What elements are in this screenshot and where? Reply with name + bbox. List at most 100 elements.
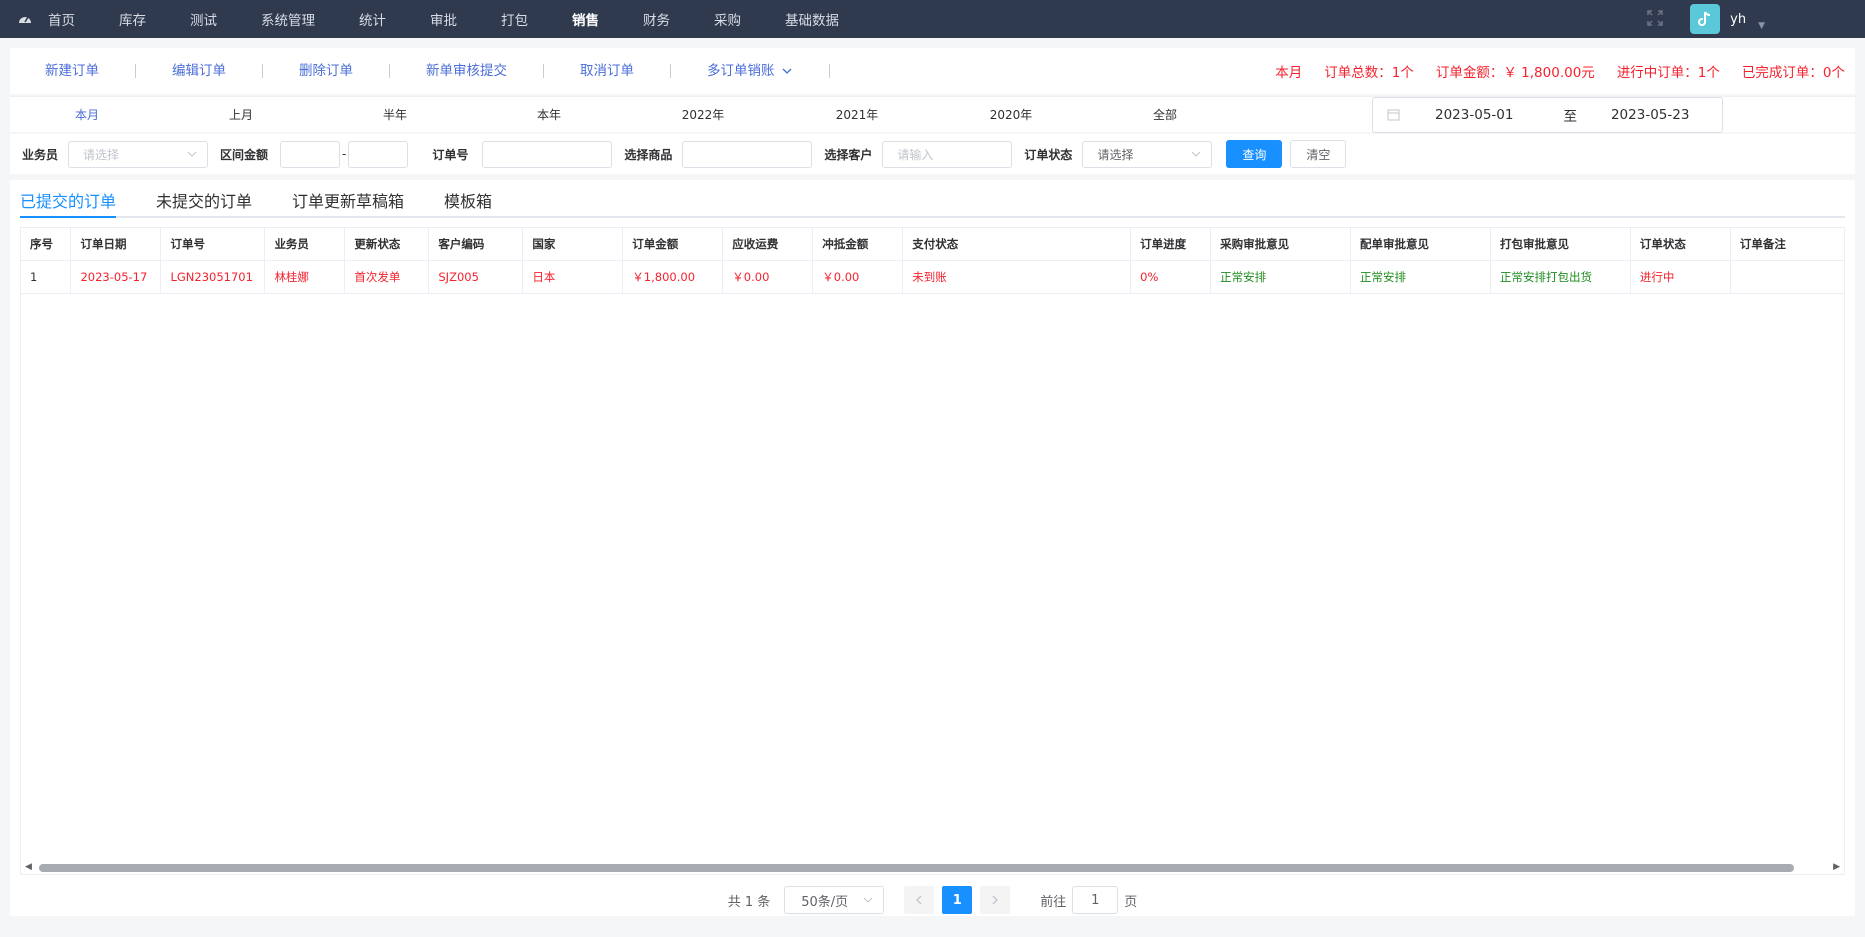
order-status-select[interactable]: 请选择 <box>1082 140 1213 168</box>
amount-range-label: 区间金额 <box>220 147 269 162</box>
col-header: 采购审批意见 <box>1210 228 1352 261</box>
col-header: 订单备注 <box>1730 228 1844 261</box>
range-last-month[interactable]: 上月 <box>164 106 318 123</box>
nav-item-sales[interactable]: 销售 <box>572 9 599 29</box>
range-half-year[interactable]: 半年 <box>318 106 472 123</box>
customer-input[interactable]: 请输入 <box>882 140 1013 168</box>
orders-table-wrapper: 序号 订单日期 订单号 业务员 更新状态 客户编码 国家 订单金额 应收运费 冲… <box>20 227 1845 875</box>
calendar-icon <box>1387 108 1401 122</box>
date-range-filter: 本月 上月 半年 本年 2022年 2021年 2020年 全部 2023-05… <box>10 96 1855 133</box>
prev-page-button[interactable] <box>904 886 935 914</box>
clear-button[interactable]: 清空 <box>1290 140 1347 168</box>
cell-shipping-fee: ￥0.00 <box>722 260 814 294</box>
amount-min-input[interactable] <box>280 140 341 168</box>
col-header: 订单状态 <box>1630 228 1731 261</box>
cell-customer-code: SJZ005 <box>428 260 524 294</box>
page-suffix: 页 <box>1124 894 1138 910</box>
horizontal-scrollbar[interactable]: ◀ ▶ <box>21 860 1844 874</box>
nav-item-stats[interactable]: 统计 <box>359 9 386 29</box>
nav-item-test[interactable]: 测试 <box>190 9 217 29</box>
order-status-value: 请选择 <box>1097 147 1134 162</box>
table-row[interactable]: 1 2023-05-17 LGN23051701 林桂娜 首次发单 SJZ005… <box>21 260 1844 294</box>
salesperson-select[interactable]: 请选择 <box>68 140 209 168</box>
cell-update-status: 首次发单 <box>344 260 430 294</box>
top-navbar: 首页 库存 测试 系统管理 统计 审批 打包 销售 财务 采购 基础数据 yh … <box>0 0 1865 38</box>
cell-progress: 0% <box>1130 260 1212 294</box>
multi-order-writeoff-label: 多订单销账 <box>707 63 775 79</box>
nav-item-home[interactable]: 首页 <box>48 9 75 29</box>
stats-completed: 已完成订单：0个 <box>1741 65 1845 81</box>
date-start[interactable]: 2023-05-01 <box>1435 107 1513 123</box>
nav-item-inventory[interactable]: 库存 <box>119 9 146 29</box>
scroll-left-icon[interactable]: ◀ <box>25 862 32 872</box>
nav-item-purchase[interactable]: 采购 <box>714 9 741 29</box>
orders-panel: 已提交的订单 未提交的订单 订单更新草稿箱 模板箱 序号 订单日期 订单号 业务… <box>10 180 1855 916</box>
chevron-down-icon <box>782 68 791 74</box>
dashboard-icon[interactable] <box>18 12 36 26</box>
username[interactable]: yh <box>1730 12 1746 27</box>
range-2020[interactable]: 2020年 <box>934 106 1088 123</box>
page-size-value: 50条/页 <box>801 894 849 910</box>
chevron-down-icon <box>863 897 873 903</box>
cell-salesperson: 林桂娜 <box>264 260 346 294</box>
scroll-right-icon[interactable]: ▶ <box>1833 862 1840 872</box>
multi-order-writeoff-dropdown[interactable]: 多订单销账 <box>671 64 830 78</box>
order-tabs: 已提交的订单 未提交的订单 订单更新草稿箱 模板箱 <box>20 180 1845 218</box>
col-header: 订单进度 <box>1130 228 1212 261</box>
range-this-month[interactable]: 本月 <box>10 106 164 123</box>
tab-submitted[interactable]: 已提交的订单 <box>20 180 117 218</box>
goto-page-input[interactable]: 1 <box>1072 886 1119 914</box>
col-header: 订单日期 <box>70 228 162 261</box>
order-no-input[interactable] <box>482 140 613 168</box>
product-input[interactable] <box>682 140 813 168</box>
caret-down-icon[interactable]: ▼ <box>1758 21 1765 31</box>
tab-templates[interactable]: 模板箱 <box>444 180 492 218</box>
submit-review-button[interactable]: 新单审核提交 <box>390 64 544 78</box>
col-header: 订单号 <box>160 228 266 261</box>
action-toolbar: 新建订单 编辑订单 删除订单 新单审核提交 取消订单 多订单销账 本月 订单总数… <box>10 48 1855 94</box>
date-end[interactable]: 2023-05-23 <box>1611 107 1689 123</box>
stats-total-orders: 订单总数：1个 <box>1324 65 1414 81</box>
fullscreen-icon[interactable] <box>1646 9 1666 29</box>
date-separator: 至 <box>1563 109 1577 125</box>
cell-country: 日本 <box>522 260 624 294</box>
range-all[interactable]: 全部 <box>1088 106 1242 123</box>
range-this-year[interactable]: 本年 <box>472 106 626 123</box>
col-header: 序号 <box>21 228 72 261</box>
nav-item-basedata[interactable]: 基础数据 <box>785 9 839 29</box>
nav-item-system[interactable]: 系统管理 <box>261 9 315 29</box>
orders-table: 序号 订单日期 订单号 业务员 更新状态 客户编码 国家 订单金额 应收运费 冲… <box>21 228 1844 294</box>
next-page-button[interactable] <box>980 886 1011 914</box>
col-header: 打包审批意见 <box>1490 228 1631 261</box>
product-label: 选择商品 <box>624 147 673 162</box>
cancel-order-button[interactable]: 取消订单 <box>544 64 671 78</box>
chevron-down-icon <box>187 151 197 157</box>
page-number-current[interactable]: 1 <box>942 886 973 914</box>
tab-drafts[interactable]: 订单更新草稿箱 <box>292 180 404 218</box>
amount-max-input[interactable] <box>348 140 409 168</box>
new-order-button[interactable]: 新建订单 <box>10 64 136 78</box>
edit-order-button[interactable]: 编辑订单 <box>136 64 263 78</box>
tab-unsubmitted[interactable]: 未提交的订单 <box>156 180 252 218</box>
date-range-picker[interactable]: 2023-05-01 至 2023-05-23 <box>1372 97 1723 133</box>
range-2022[interactable]: 2022年 <box>626 106 780 123</box>
nav-item-approval[interactable]: 审批 <box>430 9 457 29</box>
col-header: 更新状态 <box>344 228 430 261</box>
nav-item-finance[interactable]: 财务 <box>643 9 670 29</box>
avatar[interactable] <box>1690 4 1721 34</box>
order-status-label: 订单状态 <box>1024 147 1073 162</box>
delete-order-button[interactable]: 删除订单 <box>263 64 390 78</box>
cell-order-no[interactable]: LGN23051701 <box>160 260 266 294</box>
range-2021[interactable]: 2021年 <box>780 106 934 123</box>
col-header: 应收运费 <box>722 228 814 261</box>
query-button[interactable]: 查询 <box>1226 140 1283 168</box>
cell-payment-status: 未到账 <box>902 260 1132 294</box>
col-header: 冲抵金额 <box>812 228 904 261</box>
customer-placeholder: 请输入 <box>897 147 934 162</box>
scrollbar-thumb[interactable] <box>39 864 1794 872</box>
pager-total: 共 1 条 <box>727 894 771 910</box>
cell-packing-approval: 正常安排打包出货 <box>1490 260 1631 294</box>
nav-item-packing[interactable]: 打包 <box>501 9 528 29</box>
page-size-select[interactable]: 50条/页 <box>784 886 885 914</box>
search-filters: 业务员 请选择 区间金额 - 订单号 选择商品 选择客户 请输入 订单状态 请选… <box>10 134 1855 174</box>
